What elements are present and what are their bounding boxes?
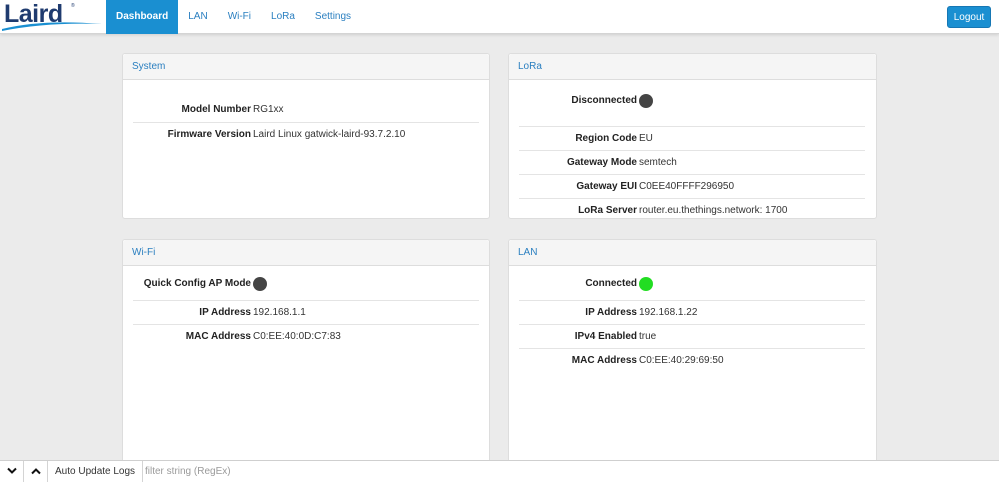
row-label: Gateway EUI (576, 181, 637, 192)
nav-lora[interactable]: LoRa (261, 0, 305, 34)
row-label: Firmware Version (167, 129, 251, 140)
row-label: LoRa Server (578, 205, 637, 216)
log-bar: Auto Update Logs (0, 460, 999, 482)
lan-status-row: Connected (519, 270, 865, 298)
expand-logs-button[interactable] (24, 461, 48, 482)
row-value: C0EE40FFFF296950 (639, 181, 735, 192)
row-label: IPv4 Enabled (574, 331, 637, 342)
chevron-up-icon (31, 468, 41, 475)
row-label: Connected (585, 278, 637, 289)
chevron-down-icon (7, 467, 17, 474)
gateway-mode-row: Gateway Mode semtech (519, 150, 865, 174)
laird-logo[interactable]: Laird ® (2, 1, 102, 32)
row-value: router.eu.thethings.network: 1700 (639, 205, 788, 216)
status-on-icon (639, 277, 653, 291)
row-label: Region Code (575, 133, 637, 144)
status-off-icon (639, 94, 653, 108)
row-label: Disconnected (571, 95, 637, 106)
row-label: IP Address (199, 307, 251, 318)
auto-update-logs-toggle[interactable]: Auto Update Logs (48, 461, 144, 482)
system-panel: System Model Number RG1xx Firmware Versi… (122, 53, 490, 219)
row-label: MAC Address (571, 355, 637, 366)
row-label: MAC Address (185, 331, 251, 342)
nav-lan[interactable]: LAN (178, 0, 217, 34)
panel-title: System (123, 54, 489, 80)
lora-panel: LoRa Disconnected Region Code EU Gateway… (508, 53, 877, 219)
row-label: Quick Config AP Mode (143, 278, 251, 289)
lan-panel: LAN Connected IP Address 192.168.1.22 IP… (508, 239, 877, 474)
row-value: 192.168.1.1 (253, 307, 306, 318)
mac-address-row: MAC Address C0:EE:40:0D:C7:83 (133, 324, 479, 348)
model-number-row: Model Number RG1xx (133, 98, 479, 122)
collapse-logs-button[interactable] (0, 461, 24, 482)
ipv4-enabled-row: IPv4 Enabled true (519, 324, 865, 348)
logout-button[interactable]: Logout (947, 6, 991, 28)
row-value: EU (639, 133, 653, 144)
firmware-version-row: Firmware Version Laird Linux gatwick-lai… (133, 122, 479, 146)
lora-status-row: Disconnected (519, 84, 865, 118)
main-nav: Dashboard LAN Wi-Fi LoRa Settings (106, 0, 361, 34)
gateway-eui-row: Gateway EUI C0EE40FFFF296950 (519, 174, 865, 198)
ip-address-row: IP Address 192.168.1.1 (133, 300, 479, 324)
row-value: semtech (639, 157, 677, 168)
region-code-row: Region Code EU (519, 126, 865, 150)
top-navbar: Laird ® Dashboard LAN Wi-Fi LoRa Setting… (0, 0, 999, 34)
row-value: C0:EE:40:29:69:50 (639, 355, 724, 366)
status-off-icon (253, 277, 267, 291)
ip-address-row: IP Address 192.168.1.22 (519, 300, 865, 324)
nav-wifi[interactable]: Wi-Fi (218, 0, 261, 34)
panel-title: Wi-Fi (123, 240, 489, 266)
row-value: C0:EE:40:0D:C7:83 (253, 331, 341, 342)
row-value: RG1xx (253, 104, 284, 115)
row-value: 192.168.1.22 (639, 307, 698, 318)
nav-settings[interactable]: Settings (305, 0, 361, 34)
log-filter-input[interactable] (139, 463, 439, 480)
panel-title: LoRa (509, 54, 876, 80)
nav-dashboard[interactable]: Dashboard (106, 0, 179, 34)
row-label: Model Number (181, 104, 251, 115)
row-label: Gateway Mode (566, 157, 637, 168)
mac-address-row: MAC Address C0:EE:40:29:69:50 (519, 348, 865, 372)
quick-config-ap-row: Quick Config AP Mode (133, 270, 479, 298)
row-label: IP Address (585, 307, 637, 318)
panel-title: LAN (509, 240, 876, 266)
logo-trademark: ® (71, 3, 75, 9)
row-value: Laird Linux gatwick-laird-93.7.2.10 (253, 129, 406, 140)
wifi-panel: Wi-Fi Quick Config AP Mode IP Address 19… (122, 239, 490, 474)
row-value: true (639, 331, 657, 342)
logo-swoosh-icon (2, 22, 102, 31)
lora-server-row: LoRa Server router.eu.thethings.network:… (519, 198, 865, 222)
